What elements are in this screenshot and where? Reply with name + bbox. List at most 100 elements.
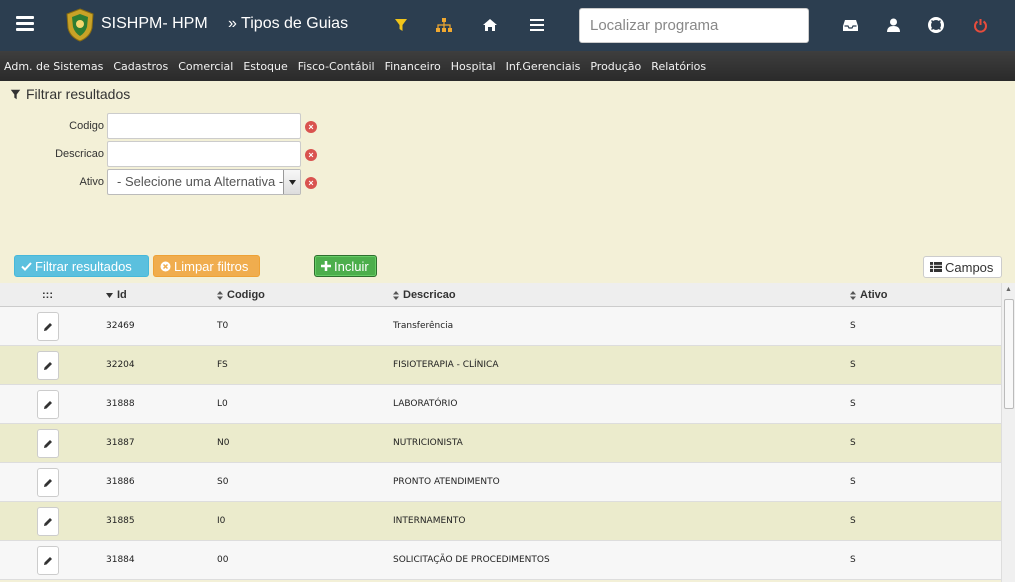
column-header-id[interactable]: Id: [106, 289, 127, 301]
chevron-down-icon[interactable]: [283, 170, 300, 194]
cell-id: 32469: [106, 321, 135, 331]
table-header: ::: Id Codigo Descricao Ativo: [0, 283, 1001, 307]
codigo-label: Codigo: [69, 120, 104, 132]
table-icon: [930, 262, 942, 272]
cell-ativo: S: [850, 438, 856, 448]
table-row[interactable]: 31884 00 SOLICITAÇÃO DE PROCEDIMENTOS S: [0, 541, 1001, 580]
cell-id: 32204: [106, 360, 135, 370]
inbox-icon[interactable]: [840, 15, 860, 35]
sitemap-icon[interactable]: [434, 15, 454, 35]
cell-descricao: INTERNAMENTO: [393, 516, 466, 526]
ativo-label: Ativo: [79, 176, 104, 188]
cell-descricao: Transferência: [393, 321, 454, 331]
power-icon[interactable]: [970, 15, 990, 35]
fields-button[interactable]: Campos: [923, 256, 1002, 278]
edit-icon[interactable]: [37, 468, 59, 497]
remove-circle-icon: [160, 261, 171, 271]
column-header-ativo[interactable]: Ativo: [850, 289, 888, 301]
clear-codigo-icon[interactable]: ×: [305, 121, 317, 133]
plus-icon: [321, 261, 331, 271]
edit-icon[interactable]: [37, 351, 59, 380]
table-scrollbar[interactable]: ▲: [1001, 283, 1015, 582]
fields-button-label: Campos: [945, 259, 994, 275]
cell-ativo: S: [850, 555, 856, 565]
cell-codigo: L0: [217, 399, 228, 409]
table-row[interactable]: 32469 T0 Transferência S: [0, 307, 1001, 346]
edit-icon[interactable]: [37, 312, 59, 341]
column-id-label: Id: [117, 289, 127, 301]
table-body: 32469 T0 Transferência S 32204 FS FISIOT…: [0, 307, 1001, 580]
menu-item-relatorios[interactable]: Relatórios: [651, 60, 706, 73]
hamburger-icon[interactable]: [16, 16, 34, 34]
filter-results-button[interactable]: Filtrar resultados: [14, 255, 149, 277]
table-row[interactable]: 31885 I0 INTERNAMENTO S: [0, 502, 1001, 541]
filter-panel-title: Filtrar resultados: [26, 86, 131, 102]
ativo-select[interactable]: - Selecione uma Alternativa -: [107, 169, 301, 195]
main-menu: Adm. de Sistemas Cadastros Comercial Est…: [0, 51, 1015, 81]
cell-codigo: 00: [217, 555, 229, 565]
cell-id: 31885: [106, 516, 135, 526]
home-icon[interactable]: [480, 15, 500, 35]
top-bar: SISHPM- HPM » Tipos de Guias: [0, 0, 1015, 51]
scrollbar-thumb[interactable]: [1004, 299, 1014, 409]
cell-ativo: S: [850, 477, 856, 487]
cell-descricao: LABORATÓRIO: [393, 399, 458, 409]
menu-item-financeiro[interactable]: Financeiro: [385, 60, 441, 73]
table-row[interactable]: 32204 FS FISIOTERAPIA - CLÍNICA S: [0, 346, 1001, 385]
table-row[interactable]: 31888 L0 LABORATÓRIO S: [0, 385, 1001, 424]
codigo-input[interactable]: [107, 113, 301, 139]
filter-panel-header[interactable]: Filtrar resultados: [10, 86, 130, 102]
menu-item-producao[interactable]: Produção: [590, 60, 641, 73]
cell-id: 31884: [106, 555, 135, 565]
menu-item-hospital[interactable]: Hospital: [451, 60, 496, 73]
cell-descricao: PRONTO ATENDIMENTO: [393, 477, 500, 487]
sort-icon: [217, 290, 223, 300]
menu-item-comercial[interactable]: Comercial: [178, 60, 233, 73]
column-ativo-label: Ativo: [860, 289, 888, 301]
sort-icon: [850, 290, 856, 300]
cell-codigo: N0: [217, 438, 230, 448]
sort-icon: [393, 290, 399, 300]
sort-desc-icon: [106, 292, 113, 298]
column-header-descricao[interactable]: Descricao: [393, 289, 456, 301]
filter-icon: [10, 89, 21, 99]
lifebuoy-icon[interactable]: [926, 15, 946, 35]
cell-codigo: I0: [217, 516, 226, 526]
table-row[interactable]: 31887 N0 NUTRICIONISTA S: [0, 424, 1001, 463]
cell-ativo: S: [850, 399, 856, 409]
filter-results-label: Filtrar resultados: [35, 258, 132, 274]
column-header-codigo[interactable]: Codigo: [217, 289, 265, 301]
user-icon[interactable]: [883, 15, 903, 35]
menu-item-estoque[interactable]: Estoque: [243, 60, 287, 73]
cell-id: 31886: [106, 477, 135, 487]
cell-codigo: S0: [217, 477, 229, 487]
clear-filters-button[interactable]: Limpar filtros: [153, 255, 260, 277]
cell-descricao: FISIOTERAPIA - CLÍNICA: [393, 360, 499, 370]
clear-ativo-icon[interactable]: ×: [305, 177, 317, 189]
menu-item-cadastros[interactable]: Cadastros: [113, 60, 168, 73]
menu-item-inf-gerenciais[interactable]: Inf.Gerenciais: [506, 60, 581, 73]
descricao-input[interactable]: [107, 141, 301, 167]
edit-icon[interactable]: [37, 507, 59, 536]
search-input[interactable]: [579, 8, 809, 43]
edit-icon[interactable]: [37, 429, 59, 458]
menu-item-adm-sistemas[interactable]: Adm. de Sistemas: [4, 60, 103, 73]
scroll-up-icon[interactable]: ▲: [1005, 286, 1012, 293]
cell-codigo: T0: [217, 321, 229, 331]
filter-icon[interactable]: [391, 15, 411, 35]
add-button-label: Incluir: [334, 258, 369, 274]
descricao-label: Descricao: [55, 148, 104, 160]
add-button[interactable]: Incluir: [314, 255, 377, 277]
logo-badge: [64, 8, 96, 42]
cell-ativo: S: [850, 321, 856, 331]
edit-icon[interactable]: [37, 390, 59, 419]
cell-ativo: S: [850, 360, 856, 370]
column-descricao-label: Descricao: [403, 289, 456, 301]
edit-icon[interactable]: [37, 546, 59, 575]
cell-id: 31888: [106, 399, 135, 409]
clear-descricao-icon[interactable]: ×: [305, 149, 317, 161]
menu-item-fisco-contabil[interactable]: Fisco-Contábil: [298, 60, 375, 73]
page-title: » Tipos de Guias: [228, 15, 349, 32]
list-icon[interactable]: [527, 15, 547, 35]
table-row[interactable]: 31886 S0 PRONTO ATENDIMENTO S: [0, 463, 1001, 502]
